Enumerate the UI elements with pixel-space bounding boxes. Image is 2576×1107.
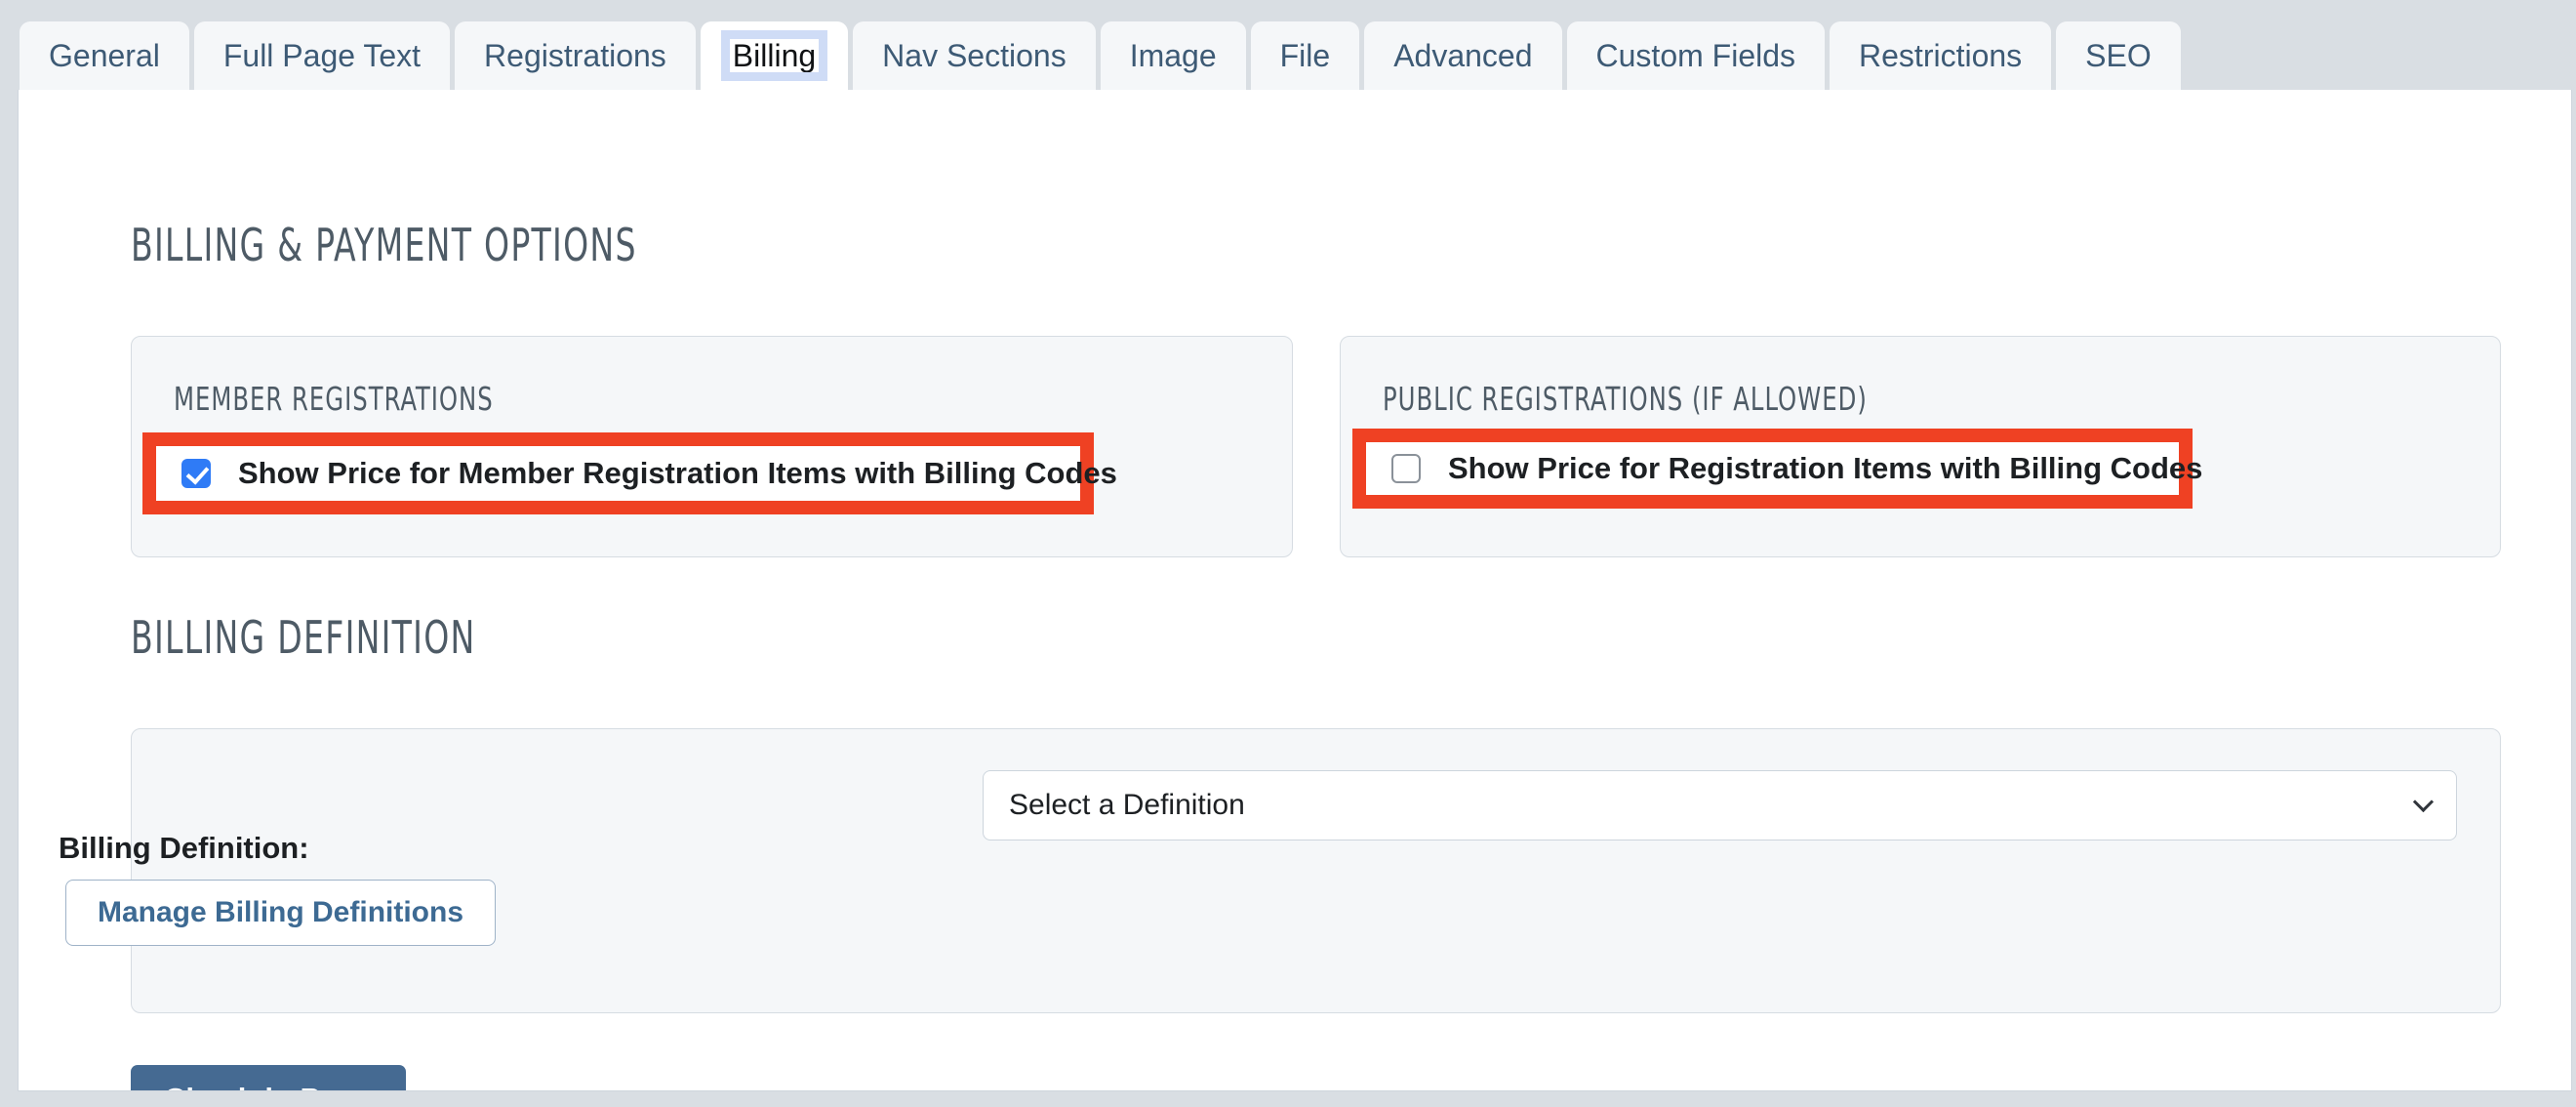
tab-seo[interactable]: SEO: [2056, 21, 2181, 90]
chevron-down-icon: [2412, 791, 2435, 813]
tab-restrictions[interactable]: Restrictions: [1830, 21, 2052, 90]
tab-advanced[interactable]: Advanced: [1364, 21, 1562, 90]
checkbox-unchecked-icon[interactable]: [1391, 454, 1421, 483]
billing-definition-field-label: Billing Definition:: [59, 831, 309, 865]
tab-image-label: Image: [1129, 38, 1217, 73]
tab-general[interactable]: General: [20, 21, 189, 90]
manage-billing-definitions-button[interactable]: Manage Billing Definitions: [65, 880, 497, 946]
tab-restrictions-label: Restrictions: [1859, 38, 2023, 73]
billing-definition-heading: Billing Definition: [131, 611, 476, 664]
member-registrations-card-title: Member Registrations: [174, 380, 494, 418]
billing-tab-panel: Billing & Payment Options Member Registr…: [18, 89, 2572, 1091]
tab-custom-fields[interactable]: Custom Fields: [1566, 21, 1826, 90]
public-show-price-checkbox-label: Show Price for Registration Items with B…: [1448, 451, 2203, 485]
billing-payment-options-heading: Billing & Payment Options: [131, 219, 637, 271]
public-checkbox-highlight-box: Show Price for Registration Items with B…: [1352, 429, 2202, 509]
tab-registrations[interactable]: Registrations: [455, 21, 696, 90]
member-show-price-checkbox-label: Show Price for Member Registration Items…: [238, 456, 1117, 490]
tab-seo-label: SEO: [2085, 38, 2152, 73]
tab-advanced-label: Advanced: [1393, 38, 1533, 73]
billing-definition-select-value: Select a Definition: [1009, 789, 1245, 821]
tab-billing-label: Billing: [720, 30, 828, 81]
tab-nav-sections-label: Nav Sections: [882, 38, 1067, 73]
member-show-price-checkbox-row[interactable]: Show Price for Member Registration Items…: [156, 446, 1117, 501]
tab-file[interactable]: File: [1250, 21, 1360, 90]
tab-registrations-label: Registrations: [484, 38, 666, 73]
tab-file-label: File: [1279, 38, 1331, 73]
member-checkbox-highlight-box: Show Price for Member Registration Items…: [142, 432, 1117, 514]
billing-definition-select[interactable]: Select a Definition: [983, 770, 2457, 840]
tab-full-page-text-label: Full Page Text: [222, 38, 422, 73]
public-registrations-card-title: Public Registrations (if allowed): [1383, 380, 1868, 418]
public-show-price-checkbox-row[interactable]: Show Price for Registration Items with B…: [1366, 442, 2202, 495]
checkbox-checked-icon[interactable]: [181, 459, 211, 488]
tab-bar: General Full Page Text Registrations Bil…: [0, 0, 2576, 90]
tab-billing[interactable]: Billing: [700, 21, 849, 90]
tab-general-label: General: [49, 38, 160, 73]
tab-full-page-text[interactable]: Full Page Text: [193, 21, 451, 90]
tab-image[interactable]: Image: [1100, 21, 1246, 90]
tab-custom-fields-label: Custom Fields: [1595, 38, 1796, 73]
tab-nav-sections[interactable]: Nav Sections: [853, 21, 1096, 90]
check-in-page-button[interactable]: Check-in Page: [131, 1065, 406, 1090]
page-root: General Full Page Text Registrations Bil…: [0, 0, 2576, 1107]
